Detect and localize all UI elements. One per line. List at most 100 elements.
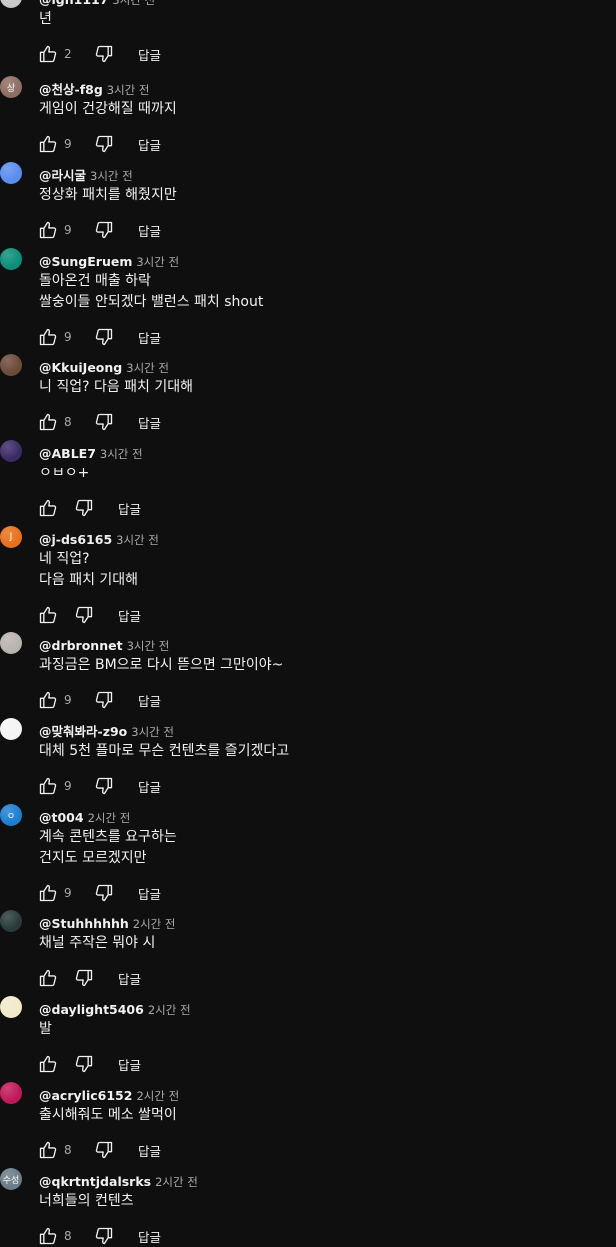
comment-author[interactable]: @qkrtntjdalsrks: [39, 1174, 151, 1189]
comment-actions: 9 답글: [36, 882, 161, 904]
comment-time[interactable]: 3시간 전: [127, 639, 170, 653]
comment-author[interactable]: @drbronnet: [39, 638, 123, 653]
reply-button[interactable]: 답글: [138, 328, 161, 347]
reply-button[interactable]: 답글: [138, 691, 161, 710]
thumbs-down-icon[interactable]: [92, 882, 116, 904]
thumbs-down-icon[interactable]: [92, 326, 116, 348]
comment-header: @lgh1117 3시간 전: [39, 0, 155, 7]
avatar[interactable]: [0, 162, 22, 184]
comment-text: 채널 주작은 뭐야 시: [39, 935, 156, 951]
comment-time[interactable]: 3시간 전: [116, 533, 159, 547]
thumbs-up-icon[interactable]: [36, 133, 60, 155]
reply-button[interactable]: 답글: [138, 777, 161, 796]
avatar[interactable]: [0, 1082, 22, 1104]
thumbs-up-icon[interactable]: [36, 604, 60, 626]
reply-button[interactable]: 답글: [138, 221, 161, 240]
like-count: 9: [64, 137, 72, 151]
like-count: 8: [64, 415, 72, 429]
comment-time[interactable]: 3시간 전: [136, 255, 179, 269]
comment-author[interactable]: @라시굴: [39, 168, 86, 183]
thumbs-up-icon[interactable]: [36, 43, 60, 65]
thumbs-down-icon[interactable]: [92, 689, 116, 711]
comment-text: ㅇㅂㅇ+: [39, 465, 90, 481]
avatar[interactable]: [0, 354, 22, 376]
avatar[interactable]: [0, 632, 22, 654]
thumbs-down-icon[interactable]: [92, 219, 116, 241]
avatar[interactable]: J: [0, 526, 22, 548]
comment-time[interactable]: 2시간 전: [136, 1089, 179, 1103]
comment-author[interactable]: @daylight5406: [39, 1002, 144, 1017]
comment-author[interactable]: @ABLE7: [39, 446, 96, 461]
avatar[interactable]: ㅇ: [0, 804, 22, 826]
thumbs-down-icon[interactable]: [92, 1225, 116, 1247]
reply-button[interactable]: 답글: [138, 1141, 161, 1160]
comment-author[interactable]: @j-ds6165: [39, 532, 112, 547]
thumbs-down-icon[interactable]: [72, 967, 96, 989]
comment-author[interactable]: @KkuiJeong: [39, 360, 122, 375]
reply-button[interactable]: 답글: [138, 1227, 161, 1246]
comment-time[interactable]: 3시간 전: [100, 447, 143, 461]
comment-header: @j-ds6165 3시간 전: [39, 529, 159, 547]
thumbs-down-icon[interactable]: [92, 43, 116, 65]
avatar[interactable]: 수성: [0, 1168, 22, 1190]
comment-time[interactable]: 3시간 전: [126, 361, 169, 375]
thumbs-down-icon[interactable]: [92, 133, 116, 155]
thumbs-down-icon[interactable]: [72, 604, 96, 626]
avatar[interactable]: [0, 718, 22, 740]
thumbs-up-icon[interactable]: [36, 967, 60, 989]
avatar[interactable]: [0, 248, 22, 270]
thumbs-up-icon[interactable]: [36, 775, 60, 797]
thumbs-down-icon[interactable]: [92, 1139, 116, 1161]
thumbs-up-icon[interactable]: [36, 1053, 60, 1075]
thumbs-up-icon[interactable]: [36, 689, 60, 711]
reply-button[interactable]: 답글: [138, 884, 161, 903]
comment-author[interactable]: @맞춰봐라-z9o: [39, 724, 127, 739]
reply-button[interactable]: 답글: [118, 499, 141, 518]
comment-author[interactable]: @천상-f8g: [39, 82, 103, 97]
avatar[interactable]: [0, 996, 22, 1018]
comment-author[interactable]: @t004: [39, 810, 84, 825]
thumbs-up-icon[interactable]: [36, 497, 60, 519]
thumbs-up-icon[interactable]: [36, 219, 60, 241]
thumbs-up-icon[interactable]: [36, 882, 60, 904]
comment-author[interactable]: @acrylic6152: [39, 1088, 132, 1103]
reply-button[interactable]: 답글: [138, 45, 161, 64]
comment-time[interactable]: 2시간 전: [133, 917, 176, 931]
comment-actions: 답글: [36, 497, 141, 519]
comment-time[interactable]: 2시간 전: [148, 1003, 191, 1017]
comment-time[interactable]: 2시간 전: [88, 811, 131, 825]
reply-button[interactable]: 답글: [118, 606, 141, 625]
thumbs-up-icon[interactable]: [36, 1225, 60, 1247]
thumbs-up-icon[interactable]: [36, 326, 60, 348]
thumbs-down-icon[interactable]: [92, 775, 116, 797]
reply-button[interactable]: 답글: [138, 135, 161, 154]
thumbs-up-icon[interactable]: [36, 411, 60, 433]
comment-time[interactable]: 3시간 전: [90, 169, 133, 183]
comment-text: 출시해줘도 메소 쌀먹이: [39, 1107, 177, 1123]
comment-author[interactable]: @Stuhhhhhh: [39, 916, 129, 931]
comment-time[interactable]: 3시간 전: [112, 0, 155, 7]
comment-author[interactable]: @SungEruem: [39, 254, 132, 269]
comment-text: 돌아온건 매출 하락 쌀숭이들 안되겠다 밸런스 패치 shout: [39, 273, 264, 310]
comment-header: @t004 2시간 전: [39, 807, 130, 825]
reply-button[interactable]: 답글: [118, 969, 141, 988]
thumbs-down-icon[interactable]: [92, 411, 116, 433]
comment-actions: 9 답글: [36, 775, 161, 797]
thumbs-up-icon[interactable]: [36, 1139, 60, 1161]
comment-time[interactable]: 3시간 전: [107, 83, 150, 97]
avatar[interactable]: 상: [0, 76, 22, 98]
avatar[interactable]: [0, 0, 22, 8]
comment-time[interactable]: 3시간 전: [131, 725, 174, 739]
like-count: 9: [64, 693, 72, 707]
reply-button[interactable]: 답글: [138, 413, 161, 432]
comment-actions: 2 답글: [36, 43, 161, 65]
comment-author[interactable]: @lgh1117: [39, 0, 108, 7]
comment-time[interactable]: 2시간 전: [155, 1175, 198, 1189]
reply-button[interactable]: 답글: [118, 1055, 141, 1074]
comment-header: @drbronnet 3시간 전: [39, 635, 169, 653]
avatar[interactable]: [0, 440, 22, 462]
thumbs-down-icon[interactable]: [72, 1053, 96, 1075]
thumbs-down-icon[interactable]: [72, 497, 96, 519]
avatar[interactable]: [0, 910, 22, 932]
comment-header: @SungEruem 3시간 전: [39, 251, 179, 269]
